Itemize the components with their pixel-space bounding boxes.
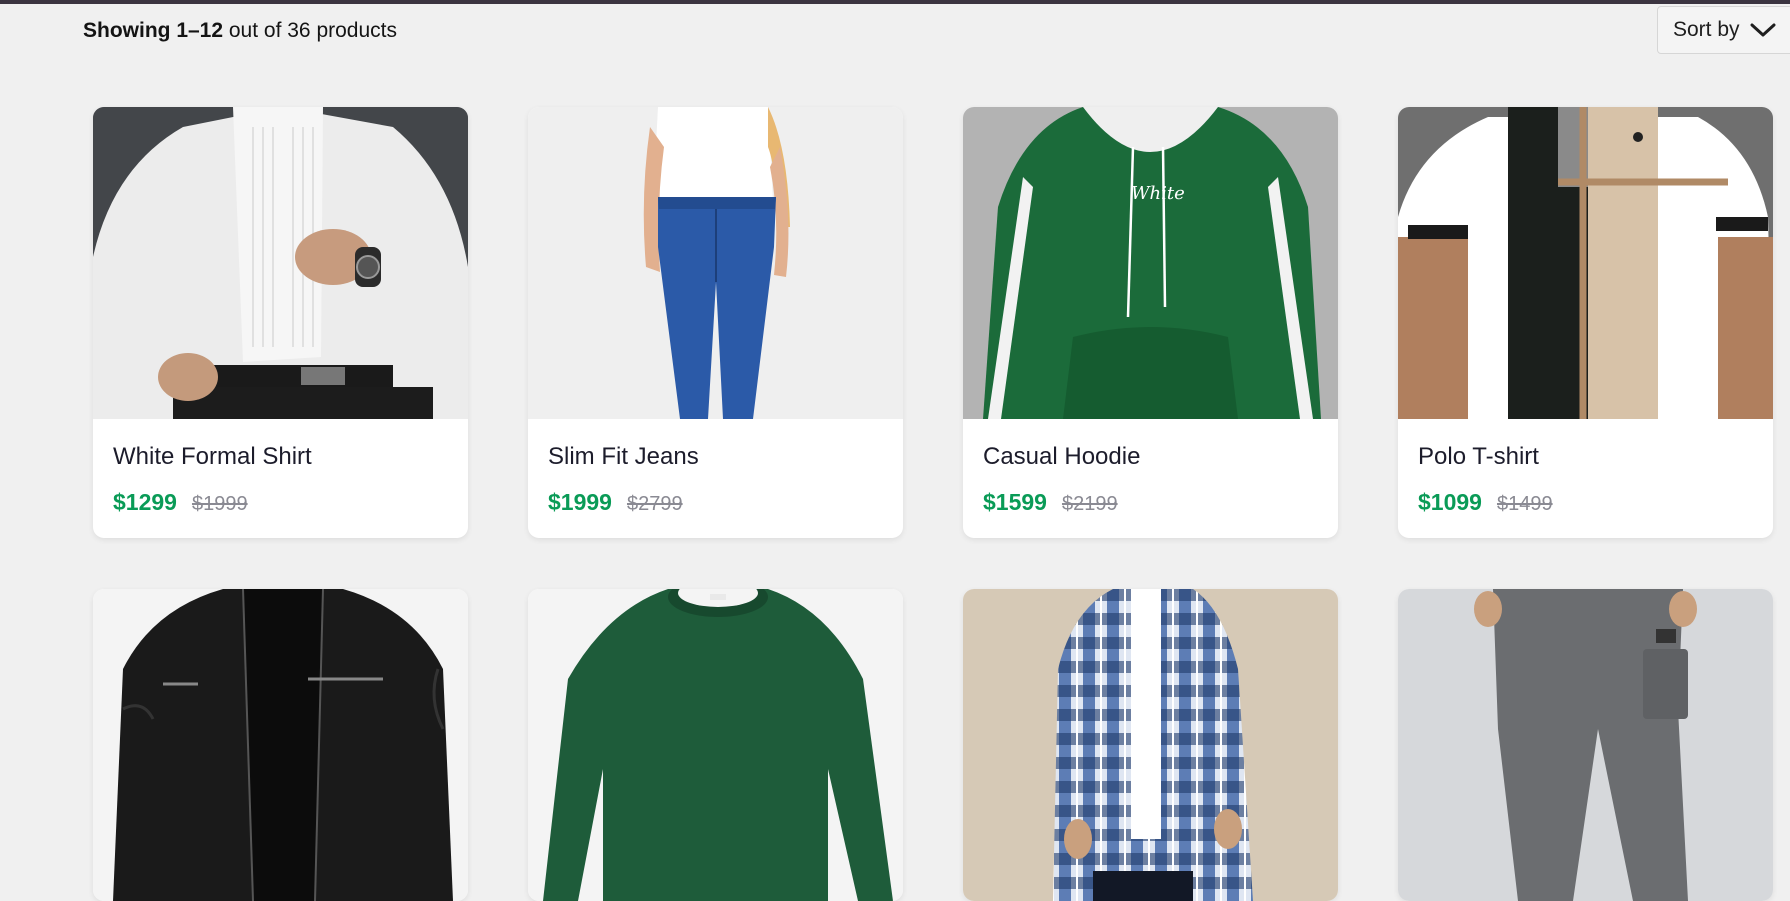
product-card[interactable] (528, 589, 903, 901)
product-old-price: $1999 (191, 493, 248, 515)
grey-joggers-photo[interactable] (1398, 589, 1773, 901)
product-card[interactable]: White Formal Shirt $1299 $1999 (93, 107, 468, 538)
product-price: $1599 (983, 489, 1047, 515)
product-name[interactable]: Slim Fit Jeans (548, 443, 699, 471)
product-price: $1299 (113, 489, 177, 515)
product-card[interactable]: Slim Fit Jeans $1999 $2799 (528, 107, 903, 538)
product-price: $1999 (548, 489, 612, 515)
results-count: Showing 1–12 out of 36 products (83, 18, 397, 44)
leather-jacket-photo[interactable] (93, 589, 468, 901)
plaid-shirt-photo[interactable] (963, 589, 1338, 901)
product-name[interactable]: Casual Hoodie (983, 443, 1140, 471)
product-name[interactable]: Polo T-shirt (1418, 443, 1539, 471)
product-old-price: $2199 (1061, 493, 1118, 515)
sort-dropdown[interactable]: Sort by (1657, 6, 1790, 54)
product-name[interactable]: White Formal Shirt (113, 443, 312, 471)
product-card[interactable] (93, 589, 468, 901)
product-price: $1099 (1418, 489, 1482, 515)
slim-fit-jeans-photo[interactable] (528, 107, 903, 419)
results-range: Showing 1–12 (83, 19, 224, 42)
product-card[interactable]: White Casual Hoodie $1599 $2199 (963, 107, 1338, 538)
green-sweatshirt-photo[interactable] (528, 589, 903, 901)
chevron-down-icon (1750, 22, 1776, 38)
svg-text:White: White (1131, 183, 1185, 204)
casual-hoodie-photo[interactable]: White (963, 107, 1338, 419)
product-old-price: $1499 (1496, 493, 1553, 515)
product-card[interactable]: Polo T-shirt $1099 $1499 (1398, 107, 1773, 538)
polo-tshirt-photo[interactable] (1398, 107, 1773, 419)
product-card[interactable] (1398, 589, 1773, 901)
sort-label: Sort by (1673, 18, 1740, 41)
top-border (0, 0, 1790, 4)
product-card[interactable] (963, 589, 1338, 901)
product-old-price: $2799 (626, 493, 683, 515)
white-formal-shirt-photo[interactable] (93, 107, 468, 419)
results-total: out of 36 products (223, 19, 397, 42)
